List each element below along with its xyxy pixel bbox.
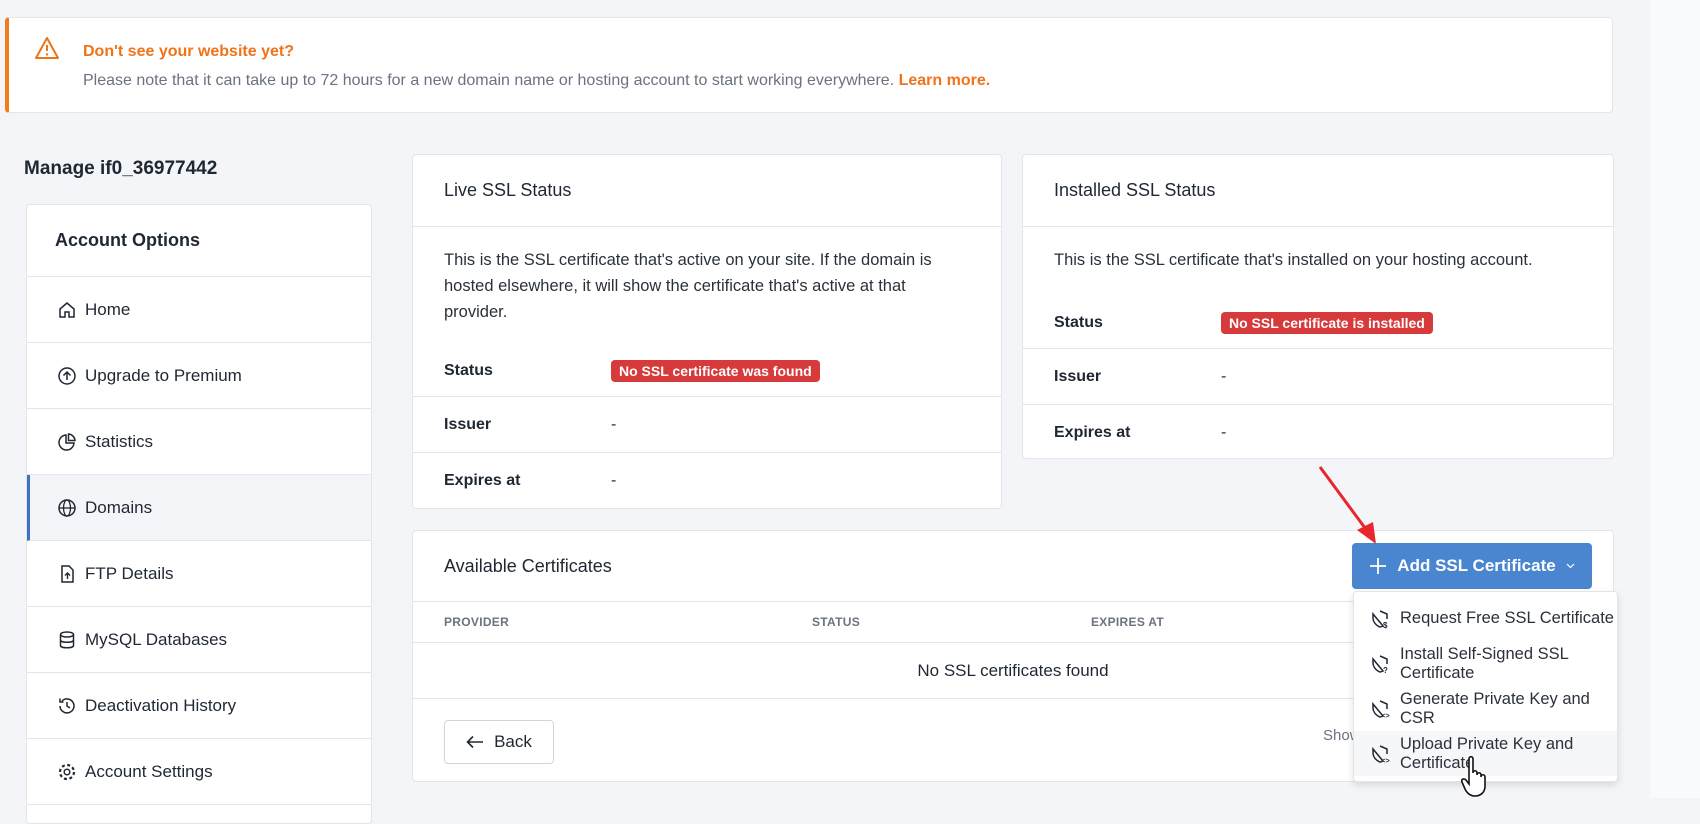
live-ssl-card: Live SSL Status This is the SSL certific… [412, 154, 1002, 509]
file-upload-icon [61, 564, 74, 583]
card-title: Installed SSL Status [1023, 155, 1613, 227]
add-ssl-certificate-button[interactable]: Add SSL Certificate [1352, 543, 1592, 589]
add-ssl-dropdown-menu: $ Request Free SSL Certificate ? Install S… [1353, 591, 1618, 782]
sidebar: Account Options Home Upgrade to Premium … [26, 204, 372, 824]
expires-row: Expires at - [1054, 424, 1227, 441]
menu-item-request-free-ssl[interactable]: $ Request Free SSL Certificate [1354, 596, 1617, 641]
sidebar-item-deactivation-history[interactable]: Deactivation History [27, 673, 371, 739]
notice-alert: Don't see your website yet? Please note … [5, 17, 1613, 113]
sidebar-header: Account Options [27, 205, 371, 277]
shield-code-icon: <> [1372, 744, 1390, 764]
column-provider: PROVIDER [444, 615, 510, 629]
hand-cursor-icon [1461, 756, 1486, 797]
back-button[interactable]: Back [444, 720, 554, 764]
sidebar-item-mysql[interactable]: MySQL Databases [27, 607, 371, 673]
page-title: Manage if0_36977442 [24, 158, 218, 179]
database-icon [59, 630, 75, 648]
expires-row: Expires at - [444, 472, 617, 489]
card-description: This is the SSL certificate that's activ… [444, 251, 932, 321]
installed-ssl-card: Installed SSL Status This is the SSL cer… [1022, 154, 1614, 459]
svg-text:<>: <> [1382, 713, 1390, 719]
card-title: Live SSL Status [413, 155, 1001, 227]
arrow-up-circle-icon [58, 366, 76, 385]
pie-chart-icon [58, 432, 76, 451]
chevron-down-icon [1566, 563, 1575, 569]
history-icon [59, 697, 75, 714]
menu-item-generate-key-csr[interactable]: <> Generate Private Key and CSR [1354, 686, 1617, 731]
svg-text:$: $ [1383, 621, 1388, 629]
status-row: Status No SSL certificate is installed [1023, 297, 1613, 349]
shield-dollar-icon: $ [1372, 609, 1388, 629]
shield-code-icon: <> [1372, 699, 1390, 719]
alert-title: Don't see your website yet? [83, 43, 294, 60]
plus-icon [1370, 558, 1387, 574]
sidebar-item-domains[interactable]: Domains [27, 475, 371, 541]
alert-message: Please note that it can take up to 72 ho… [83, 72, 991, 89]
page-edge [1650, 0, 1700, 798]
column-status: STATUS [812, 615, 861, 629]
sidebar-item-home[interactable]: Home [27, 277, 371, 343]
issuer-row: Issuer - [413, 397, 1001, 453]
warning-icon [35, 37, 59, 59]
sidebar-item-statistics[interactable]: Statistics [27, 409, 371, 475]
status-row: Status No SSL certificate was found [413, 345, 1001, 397]
card-description: This is the SSL certificate that's insta… [1054, 251, 1533, 269]
svg-text:?: ? [1383, 666, 1388, 674]
issuer-row: Issuer - [1023, 349, 1613, 405]
globe-icon [58, 498, 76, 517]
sidebar-item-ftp[interactable]: FTP Details [27, 541, 371, 607]
status-badge: No SSL certificate was found [611, 359, 820, 382]
svg-text:<>: <> [1382, 758, 1390, 764]
sidebar-item-account-settings[interactable]: Account Settings [27, 739, 371, 805]
sidebar-item-upgrade[interactable]: Upgrade to Premium [27, 343, 371, 409]
red-arrow-annotation [1318, 466, 1376, 544]
learn-more-link[interactable]: Learn more. [899, 72, 991, 89]
gear-icon [58, 763, 76, 780]
arrow-left-icon [466, 735, 484, 749]
shield-question-icon: ? [1372, 654, 1388, 674]
status-badge: No SSL certificate is installed [1221, 311, 1433, 334]
home-icon [59, 301, 75, 318]
column-expires: EXPIRES AT [1091, 615, 1165, 629]
menu-item-install-self-signed[interactable]: ? Install Self-Signed SSL Certificate [1354, 641, 1617, 686]
